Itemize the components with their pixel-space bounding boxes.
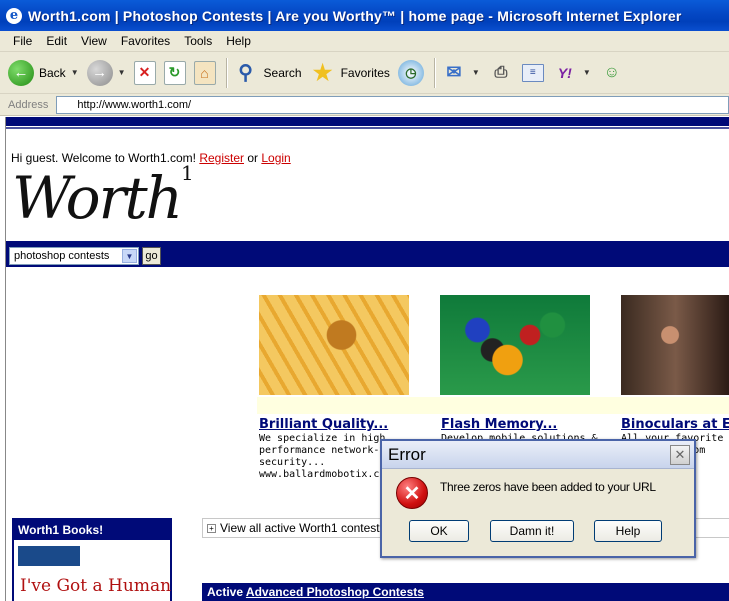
- favorites-label: Favorites: [340, 65, 390, 80]
- books-title: Worth1 Books!: [14, 520, 170, 540]
- welcome-message: Hi guest. Welcome to Worth1.com! Registe…: [11, 151, 291, 165]
- refresh-button[interactable]: ↻: [163, 60, 186, 85]
- dialog-title: Error: [382, 441, 694, 469]
- forward-arrow-icon: →: [86, 59, 113, 86]
- logo-text: Worth: [12, 164, 183, 232]
- search-label: Search: [263, 65, 302, 80]
- advanced-contests-link[interactable]: Advanced Photoshop Contests: [246, 585, 424, 599]
- menu-bar: File Edit View Favorites Tools Help: [0, 31, 729, 52]
- toolbar-separator: [225, 57, 227, 88]
- messenger-icon: ☺: [603, 63, 620, 81]
- back-label: Back: [39, 65, 66, 80]
- ok-button[interactable]: OK: [409, 520, 469, 542]
- books-panel: Worth1 Books! I've Got a Human: [12, 518, 172, 601]
- register-link[interactable]: Register: [199, 151, 244, 165]
- product-image-guitarist[interactable]: [621, 295, 729, 395]
- star-icon: ★: [312, 59, 333, 85]
- welcome-text: Hi guest. Welcome to Worth1.com!: [11, 151, 196, 165]
- forward-button[interactable]: → ▼: [86, 59, 126, 86]
- chevron-down-icon[interactable]: ▼: [118, 68, 126, 77]
- chevron-down-icon[interactable]: ▼: [122, 249, 137, 263]
- ie-icon: e: [6, 7, 22, 24]
- top-banner-line: [6, 127, 729, 129]
- edit-button[interactable]: ≡: [521, 63, 544, 82]
- expand-icon[interactable]: +: [207, 523, 216, 533]
- worth1-logo[interactable]: Worth1: [12, 163, 194, 227]
- top-banner-bar: [6, 117, 729, 126]
- chevron-down-icon[interactable]: ▼: [583, 68, 591, 77]
- product-title-link[interactable]: Binoculars at Ea: [621, 417, 729, 432]
- or-text: or: [247, 151, 259, 165]
- yahoo-button[interactable]: Y! ▼: [552, 60, 591, 86]
- stop-button[interactable]: ✕: [133, 60, 156, 85]
- toolbar: ← Back ▼ → ▼ ✕ ↻ ⌂ ⚲ Search ★ Favorites …: [0, 52, 729, 94]
- book-cover-title: I've Got a Human: [20, 576, 172, 596]
- history-button[interactable]: ◷: [397, 59, 424, 86]
- section-select-value: photoshop contests: [14, 250, 110, 262]
- address-input[interactable]: http://www.worth1.com/: [56, 95, 729, 114]
- menu-tools[interactable]: Tools: [177, 34, 219, 48]
- menu-view[interactable]: View: [74, 34, 114, 48]
- stop-icon: ✕: [133, 60, 156, 85]
- chevron-down-icon[interactable]: ▼: [472, 68, 480, 77]
- toolbar-separator: [433, 57, 435, 88]
- product-image-pool-balls[interactable]: [440, 295, 590, 395]
- section-select[interactable]: photoshop contests ▼: [9, 247, 139, 265]
- menu-favorites[interactable]: Favorites: [114, 34, 177, 48]
- search-button[interactable]: ⚲ Search: [233, 60, 302, 86]
- print-button[interactable]: ⎙: [488, 60, 514, 86]
- home-button[interactable]: ⌂: [193, 60, 216, 85]
- book-cover-band: [18, 546, 80, 566]
- menu-edit[interactable]: Edit: [39, 34, 74, 48]
- go-button[interactable]: go: [142, 247, 161, 265]
- search-icon: ⚲: [238, 62, 253, 84]
- mail-button[interactable]: ✉ ▼: [441, 60, 480, 86]
- edit-page-icon: ≡: [521, 63, 544, 82]
- history-icon: ◷: [397, 59, 424, 86]
- refresh-icon: ↻: [163, 60, 186, 85]
- active-prefix: Active: [207, 585, 244, 599]
- window-title: Worth1.com | Photoshop Contests | Are yo…: [28, 7, 682, 24]
- favorites-button[interactable]: ★ Favorites: [310, 60, 390, 86]
- error-icon: ✕: [396, 477, 428, 509]
- product-title-link[interactable]: Flash Memory...: [441, 417, 601, 432]
- mail-icon: ✉: [446, 62, 462, 82]
- help-button[interactable]: Help: [594, 520, 662, 542]
- back-arrow-icon: ←: [8, 59, 34, 86]
- active-contests-header: Active Advanced Photoshop Contests: [202, 583, 729, 601]
- dialog-message: Three zeros have been added to your URL: [440, 480, 656, 494]
- logo-sup: 1: [180, 160, 194, 185]
- login-link[interactable]: Login: [261, 151, 290, 165]
- back-button[interactable]: ← Back ▼: [8, 59, 79, 86]
- error-dialog: Error ✕ ✕ Three zeros have been added to…: [380, 439, 696, 558]
- product-strip: [257, 397, 729, 414]
- yahoo-icon: Y!: [557, 64, 572, 81]
- address-label: Address: [8, 98, 49, 111]
- book-cover[interactable]: I've Got a Human: [18, 546, 171, 601]
- home-icon: ⌂: [193, 60, 216, 85]
- product-image-bee[interactable]: [259, 295, 409, 395]
- printer-icon: ⎙: [494, 63, 508, 81]
- damn-it-button[interactable]: Damn it!: [490, 520, 574, 542]
- title-bar: e Worth1.com | Photoshop Contests | Are …: [0, 0, 729, 31]
- view-all-label: View all active Worth1 contests: [220, 521, 386, 535]
- chevron-down-icon[interactable]: ▼: [71, 68, 79, 77]
- menu-help[interactable]: Help: [219, 34, 258, 48]
- menu-file[interactable]: File: [6, 34, 39, 48]
- messenger-button[interactable]: ☺: [599, 60, 625, 86]
- address-bar: Address http://www.worth1.com/: [0, 94, 729, 116]
- product-title-link[interactable]: Brilliant Quality...: [259, 417, 419, 432]
- close-icon[interactable]: ✕: [670, 445, 690, 465]
